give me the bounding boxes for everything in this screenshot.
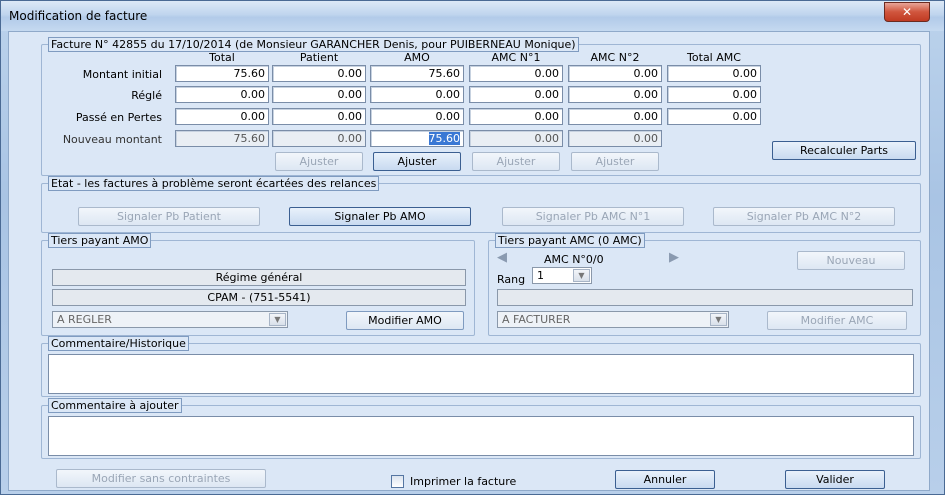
amc-info-panel bbox=[497, 289, 913, 306]
comment-textarea[interactable] bbox=[48, 416, 914, 456]
amc-counter: AMC N°0/0 bbox=[544, 253, 604, 266]
rang-select[interactable]: 1 ▼ bbox=[532, 267, 592, 284]
amount-field: 0.00 bbox=[469, 65, 563, 82]
rang-label: Rang bbox=[497, 273, 526, 286]
historique-group: Commentaire/Historique bbox=[41, 336, 921, 397]
window-title: Modification de facture bbox=[9, 9, 148, 23]
amc-status-value: A FACTURER bbox=[502, 313, 571, 326]
ajuster-button-amo[interactable]: Ajuster bbox=[373, 152, 461, 171]
dialog-client: Facture N° 42855 du 17/10/2014 (de Monsi… bbox=[8, 31, 930, 491]
nouveau-montant-amo-input[interactable]: 75.60 bbox=[370, 130, 464, 147]
row-label: Nouveau montant bbox=[62, 133, 162, 146]
recalculer-parts-button[interactable]: Recalculer Parts bbox=[772, 141, 916, 160]
amo-status-select[interactable]: A REGLER ▼ bbox=[52, 311, 288, 328]
amount-field: 0.00 bbox=[272, 108, 366, 125]
imprimer-label[interactable]: Imprimer la facture bbox=[410, 475, 516, 488]
amc-status-select[interactable]: A FACTURER ▼ bbox=[497, 311, 729, 328]
facture-legend: Facture N° 42855 du 17/10/2014 (de Monsi… bbox=[48, 37, 579, 52]
amount-field: 0.00 bbox=[667, 108, 761, 125]
amount-field: 0.00 bbox=[469, 86, 563, 103]
nouveau-amc-button[interactable]: Nouveau bbox=[797, 251, 905, 270]
column-header-amc1: AMC N°1 bbox=[491, 51, 541, 64]
amo-group: Tiers payant AMO Régime général CPAM - (… bbox=[41, 233, 475, 336]
amount-field: 75.60 bbox=[370, 65, 464, 82]
modifier-amc-button[interactable]: Modifier AMC bbox=[767, 311, 907, 330]
amount-field: 0.00 bbox=[568, 108, 662, 125]
valider-button[interactable]: Valider bbox=[785, 470, 885, 489]
signaler-pb-patient-button[interactable]: Signaler Pb Patient bbox=[78, 207, 260, 226]
modifier-amo-button[interactable]: Modifier AMO bbox=[346, 311, 464, 330]
amount-field: 0.00 bbox=[568, 86, 662, 103]
ajuster-button-amc2[interactable]: Ajuster bbox=[571, 152, 659, 171]
facture-group: Facture N° 42855 du 17/10/2014 (de Monsi… bbox=[41, 37, 921, 176]
amount-field: 0.00 bbox=[272, 86, 366, 103]
historique-textarea[interactable] bbox=[48, 354, 914, 394]
etat-group: Etat - les factures à problème seront éc… bbox=[41, 176, 921, 233]
amo-legend: Tiers payant AMO bbox=[48, 233, 152, 248]
amount-field[interactable]: 0.00 bbox=[272, 130, 366, 147]
row-label: Passé en Pertes bbox=[75, 111, 162, 124]
amount-field: 0.00 bbox=[272, 65, 366, 82]
column-header-amc2: AMC N°2 bbox=[590, 51, 640, 64]
column-header-total-amc: Total AMC bbox=[687, 51, 741, 64]
amount-field: 75.60 bbox=[175, 65, 269, 82]
modifier-sans-contraintes-button[interactable]: Modifier sans contraintes bbox=[56, 469, 266, 488]
ajout-legend: Commentaire à ajouter bbox=[48, 398, 182, 413]
amo-caisse-panel: CPAM - (751-5541) bbox=[52, 289, 466, 306]
column-header-patient: Patient bbox=[299, 51, 339, 64]
annuler-button[interactable]: Annuler bbox=[615, 470, 715, 489]
amount-field[interactable]: 0.00 bbox=[568, 130, 662, 147]
row-label: Réglé bbox=[131, 89, 162, 102]
next-arrow-icon[interactable]: ▶ bbox=[669, 250, 679, 265]
amount-field: 0.00 bbox=[370, 108, 464, 125]
amount-field: 0.00 bbox=[667, 65, 761, 82]
historique-legend: Commentaire/Historique bbox=[48, 336, 189, 351]
title-bar[interactable]: Modification de facture ✕ bbox=[1, 1, 944, 31]
amount-field[interactable]: 75.60 bbox=[175, 130, 269, 147]
close-button[interactable]: ✕ bbox=[884, 2, 930, 22]
row-label: Montant initial bbox=[82, 68, 162, 81]
signaler-pb-amc1-button[interactable]: Signaler Pb AMC N°1 bbox=[502, 207, 684, 226]
ajuster-button-patient[interactable]: Ajuster bbox=[275, 152, 363, 171]
signaler-pb-amc2-button[interactable]: Signaler Pb AMC N°2 bbox=[713, 207, 895, 226]
selected-text: 75.60 bbox=[428, 132, 460, 145]
chevron-down-icon[interactable]: ▼ bbox=[573, 269, 590, 282]
amount-field: 0.00 bbox=[370, 86, 464, 103]
chevron-down-icon[interactable]: ▼ bbox=[710, 313, 727, 326]
amount-field: 0.00 bbox=[568, 65, 662, 82]
etat-legend: Etat - les factures à problème seront éc… bbox=[48, 176, 380, 191]
previous-arrow-icon[interactable]: ◀ bbox=[497, 250, 507, 265]
amo-regime-panel: Régime général bbox=[52, 269, 466, 286]
amount-field: 0.00 bbox=[175, 86, 269, 103]
column-header-total: Total bbox=[209, 51, 235, 64]
amo-status-value: A REGLER bbox=[57, 313, 112, 326]
amount-field: 0.00 bbox=[469, 108, 563, 125]
dialog-window: Modification de facture ✕ Facture N° 428… bbox=[0, 0, 945, 495]
amc-group: Tiers payant AMC (0 AMC) ◀ AMC N°0/0 ▶ N… bbox=[488, 233, 921, 336]
amount-field[interactable]: 0.00 bbox=[469, 130, 563, 147]
signaler-pb-amo-button[interactable]: Signaler Pb AMO bbox=[289, 207, 471, 226]
amount-field: 0.00 bbox=[667, 86, 761, 103]
amount-field: 0.00 bbox=[175, 108, 269, 125]
rang-value: 1 bbox=[537, 269, 544, 282]
ajout-group: Commentaire à ajouter bbox=[41, 398, 921, 459]
chevron-down-icon[interactable]: ▼ bbox=[269, 313, 286, 326]
imprimer-checkbox[interactable] bbox=[391, 475, 404, 488]
column-header-amo: AMO bbox=[404, 51, 430, 64]
amc-legend: Tiers payant AMC (0 AMC) bbox=[495, 233, 645, 248]
ajuster-button-amc1[interactable]: Ajuster bbox=[472, 152, 560, 171]
